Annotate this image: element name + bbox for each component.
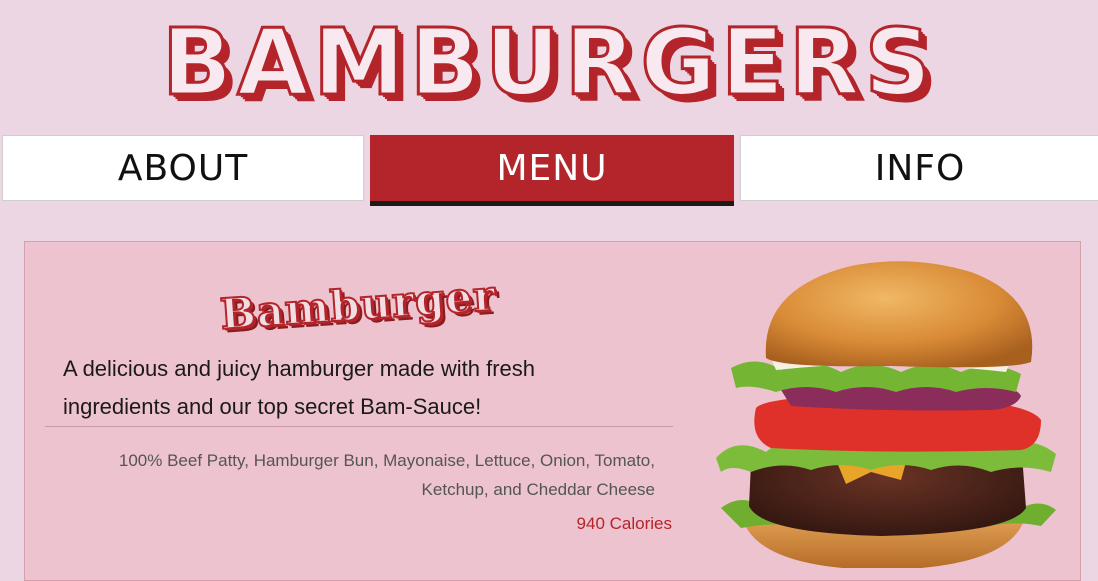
hamburger-photo (716, 261, 1056, 568)
menu-item-ingredients: 100% Beef Patty, Hamburger Bun, Mayonais… (118, 451, 655, 499)
menu-item-title: Bamburger (218, 270, 499, 340)
nav-about[interactable]: ABOUT (2, 135, 364, 201)
site-logo[interactable]: BAMBURGERS (0, 8, 1098, 118)
divider (45, 426, 673, 427)
main-nav: ABOUT MENU INFO (0, 135, 1098, 207)
logo-text: BAMBURGERS (160, 8, 936, 118)
nav-menu[interactable]: MENU (370, 135, 734, 206)
menu-item-description: A delicious and juicy hamburger made wit… (63, 356, 536, 419)
menu-item-calories: 940 Calories (576, 514, 672, 533)
nav-info[interactable]: INFO (740, 135, 1098, 201)
menu-item-card: Bamburger A delicious and juicy hamburge… (24, 241, 1081, 581)
